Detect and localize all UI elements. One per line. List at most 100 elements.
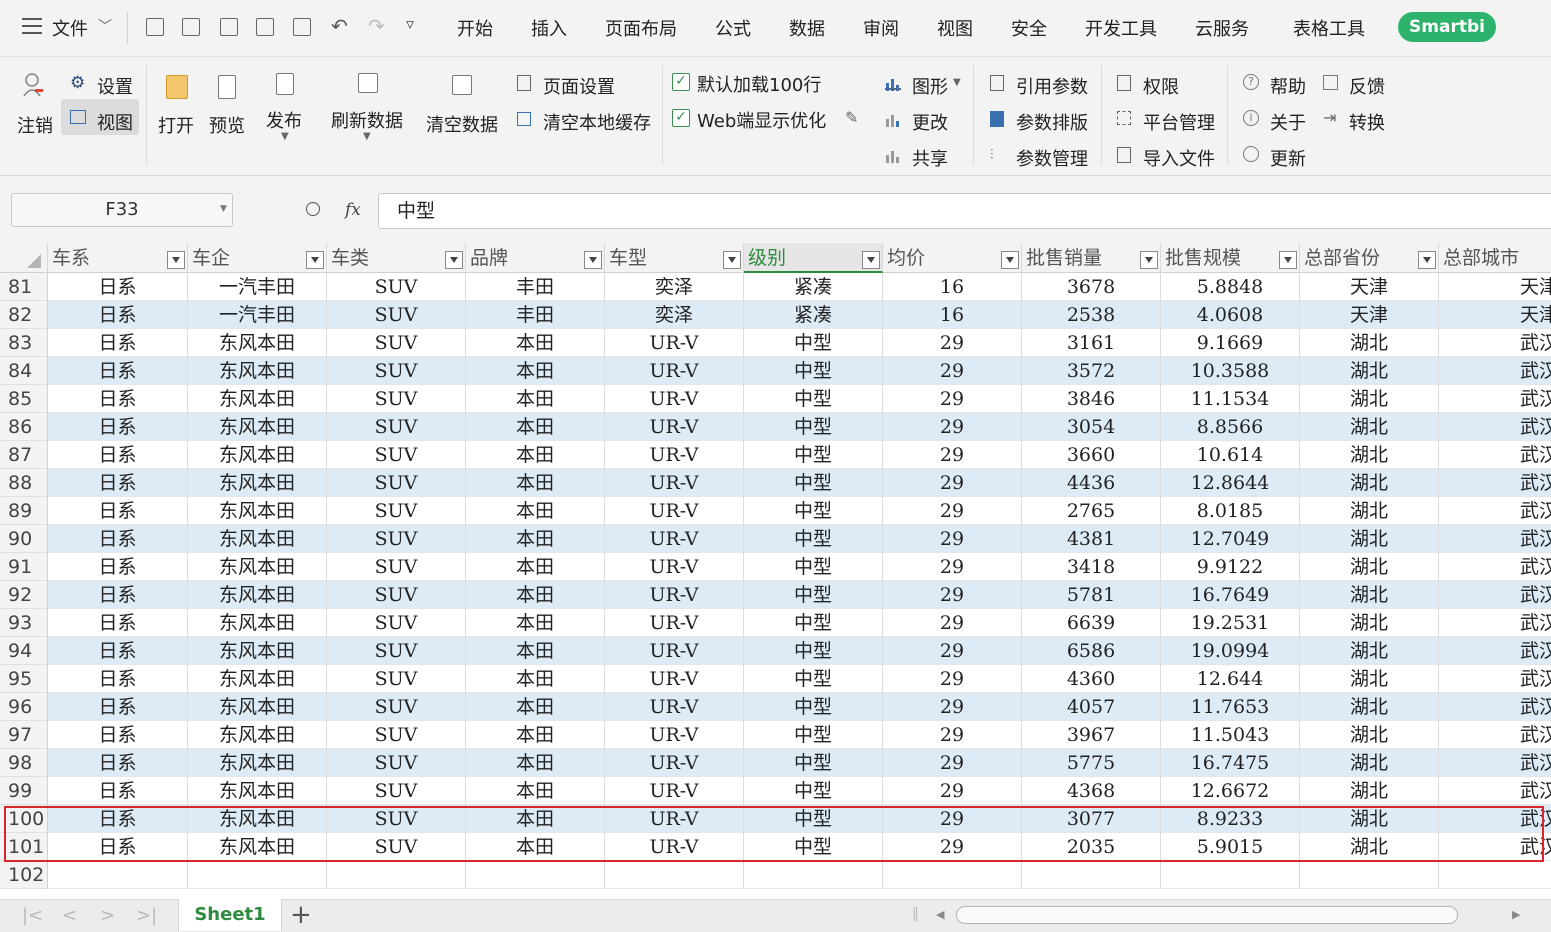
table-cell[interactable]: SUV xyxy=(327,777,466,805)
table-cell[interactable]: 湖北 xyxy=(1300,609,1439,637)
table-cell[interactable]: 日系 xyxy=(48,469,188,497)
table-cell[interactable] xyxy=(883,861,1022,889)
table-cell[interactable]: 武汉 xyxy=(1439,609,1551,637)
table-cell[interactable]: 16 xyxy=(883,273,1022,301)
table-cell[interactable]: 中型 xyxy=(744,441,883,469)
col-header-type[interactable]: 车类 xyxy=(327,243,466,273)
table-cell[interactable] xyxy=(466,861,605,889)
table-cell[interactable]: 东风本田 xyxy=(188,665,327,693)
table-cell[interactable]: 29 xyxy=(883,721,1022,749)
table-cell[interactable]: 湖北 xyxy=(1300,665,1439,693)
table-cell[interactable]: 3054 xyxy=(1022,413,1161,441)
open-folder-icon[interactable] xyxy=(146,18,164,36)
table-cell[interactable]: 本田 xyxy=(466,749,605,777)
table-cell[interactable]: 湖北 xyxy=(1300,749,1439,777)
table-cell[interactable]: 武汉 xyxy=(1439,665,1551,693)
table-cell[interactable]: 本田 xyxy=(466,777,605,805)
table-cell[interactable]: 中型 xyxy=(744,357,883,385)
select-all-corner[interactable] xyxy=(0,243,48,273)
chevron-down-icon[interactable]: ▼ xyxy=(281,131,289,142)
row-number[interactable]: 91 xyxy=(0,553,48,581)
update-button[interactable]: 更新 xyxy=(1270,145,1306,171)
row-number[interactable]: 98 xyxy=(0,749,48,777)
table-cell[interactable]: UR-V xyxy=(605,441,744,469)
table-cell[interactable]: SUV xyxy=(327,301,466,329)
table-cell[interactable]: 武汉 xyxy=(1439,469,1551,497)
table-cell[interactable]: 天津 xyxy=(1439,301,1551,329)
row-number[interactable]: 83 xyxy=(0,329,48,357)
table-cell[interactable]: 东风本田 xyxy=(188,441,327,469)
table-cell[interactable]: 武汉 xyxy=(1439,749,1551,777)
add-sheet-icon[interactable]: + xyxy=(290,900,312,930)
table-cell[interactable]: 19.0994 xyxy=(1161,637,1300,665)
table-cell[interactable]: 武汉 xyxy=(1439,385,1551,413)
table-cell[interactable]: 东风本田 xyxy=(188,385,327,413)
table-cell[interactable]: 湖北 xyxy=(1300,441,1439,469)
row-number[interactable]: 95 xyxy=(0,665,48,693)
table-cell[interactable]: 东风本田 xyxy=(188,693,327,721)
open-button[interactable]: 打开 xyxy=(158,112,194,138)
table-cell[interactable]: 东风本田 xyxy=(188,469,327,497)
modify-button[interactable]: 更改 xyxy=(912,109,948,135)
about-button[interactable]: 关于 xyxy=(1270,109,1306,135)
table-cell[interactable]: UR-V xyxy=(605,525,744,553)
row-number[interactable]: 81 xyxy=(0,273,48,301)
table-cell[interactable]: 29 xyxy=(883,469,1022,497)
table-cell[interactable]: 19.2531 xyxy=(1161,609,1300,637)
row-number[interactable]: 102 xyxy=(0,861,48,889)
filter-dropdown-icon[interactable] xyxy=(167,251,185,269)
sheet-tab[interactable]: Sheet1 xyxy=(178,899,282,931)
table-cell[interactable]: 29 xyxy=(883,749,1022,777)
tab-developer[interactable]: 开发工具 xyxy=(1085,15,1157,41)
table-cell[interactable]: 中型 xyxy=(744,665,883,693)
filter-dropdown-icon[interactable] xyxy=(445,251,463,269)
filter-dropdown-icon[interactable] xyxy=(1140,251,1158,269)
table-cell[interactable]: 9.9122 xyxy=(1161,553,1300,581)
first-sheet-icon[interactable]: |< xyxy=(22,905,43,926)
table-cell[interactable]: 5781 xyxy=(1022,581,1161,609)
table-cell[interactable]: SUV xyxy=(327,721,466,749)
hamburger-icon[interactable] xyxy=(22,18,42,34)
col-header-city[interactable]: 总部城市 xyxy=(1439,243,1551,273)
tab-cloud-service[interactable]: 云服务 xyxy=(1195,15,1249,41)
formula-input[interactable]: 中型 xyxy=(378,193,1551,229)
table-cell[interactable]: 本田 xyxy=(466,385,605,413)
tab-table-tools[interactable]: 表格工具 xyxy=(1293,15,1365,41)
table-cell[interactable]: 湖北 xyxy=(1300,329,1439,357)
col-header-scale[interactable]: 批售规模 xyxy=(1161,243,1300,273)
table-cell[interactable]: 武汉 xyxy=(1439,413,1551,441)
table-cell[interactable]: 中型 xyxy=(744,329,883,357)
table-cell[interactable]: 武汉 xyxy=(1439,553,1551,581)
tab-security[interactable]: 安全 xyxy=(1011,15,1047,41)
table-cell[interactable]: 5.8848 xyxy=(1161,273,1300,301)
table-cell[interactable]: 日系 xyxy=(48,749,188,777)
table-cell[interactable]: SUV xyxy=(327,385,466,413)
table-cell[interactable]: 2538 xyxy=(1022,301,1161,329)
table-cell[interactable]: 16.7649 xyxy=(1161,581,1300,609)
table-cell[interactable]: 武汉 xyxy=(1439,721,1551,749)
table-cell[interactable]: UR-V xyxy=(605,777,744,805)
table-cell[interactable]: 29 xyxy=(883,497,1022,525)
table-cell[interactable]: 中型 xyxy=(744,637,883,665)
row-number[interactable]: 86 xyxy=(0,413,48,441)
col-header-province[interactable]: 总部省份 xyxy=(1300,243,1439,273)
chevron-down-icon[interactable]: ▼ xyxy=(220,204,227,214)
table-cell[interactable]: 本田 xyxy=(466,581,605,609)
table-cell[interactable]: SUV xyxy=(327,749,466,777)
permission-button[interactable]: 权限 xyxy=(1143,73,1179,99)
table-cell[interactable]: UR-V xyxy=(605,665,744,693)
col-header-sales[interactable]: 批售销量 xyxy=(1022,243,1161,273)
table-cell[interactable]: 29 xyxy=(883,413,1022,441)
table-cell[interactable]: 3660 xyxy=(1022,441,1161,469)
table-cell[interactable]: 日系 xyxy=(48,693,188,721)
fx-icon[interactable]: fx xyxy=(345,200,361,220)
table-cell[interactable]: 12.8644 xyxy=(1161,469,1300,497)
table-cell[interactable]: 中型 xyxy=(744,525,883,553)
table-cell[interactable]: 29 xyxy=(883,357,1022,385)
row-number[interactable]: 99 xyxy=(0,777,48,805)
table-cell[interactable]: 16 xyxy=(883,301,1022,329)
table-cell[interactable] xyxy=(327,861,466,889)
table-cell[interactable]: 本田 xyxy=(466,441,605,469)
table-cell[interactable]: UR-V xyxy=(605,413,744,441)
table-cell[interactable]: 湖北 xyxy=(1300,413,1439,441)
